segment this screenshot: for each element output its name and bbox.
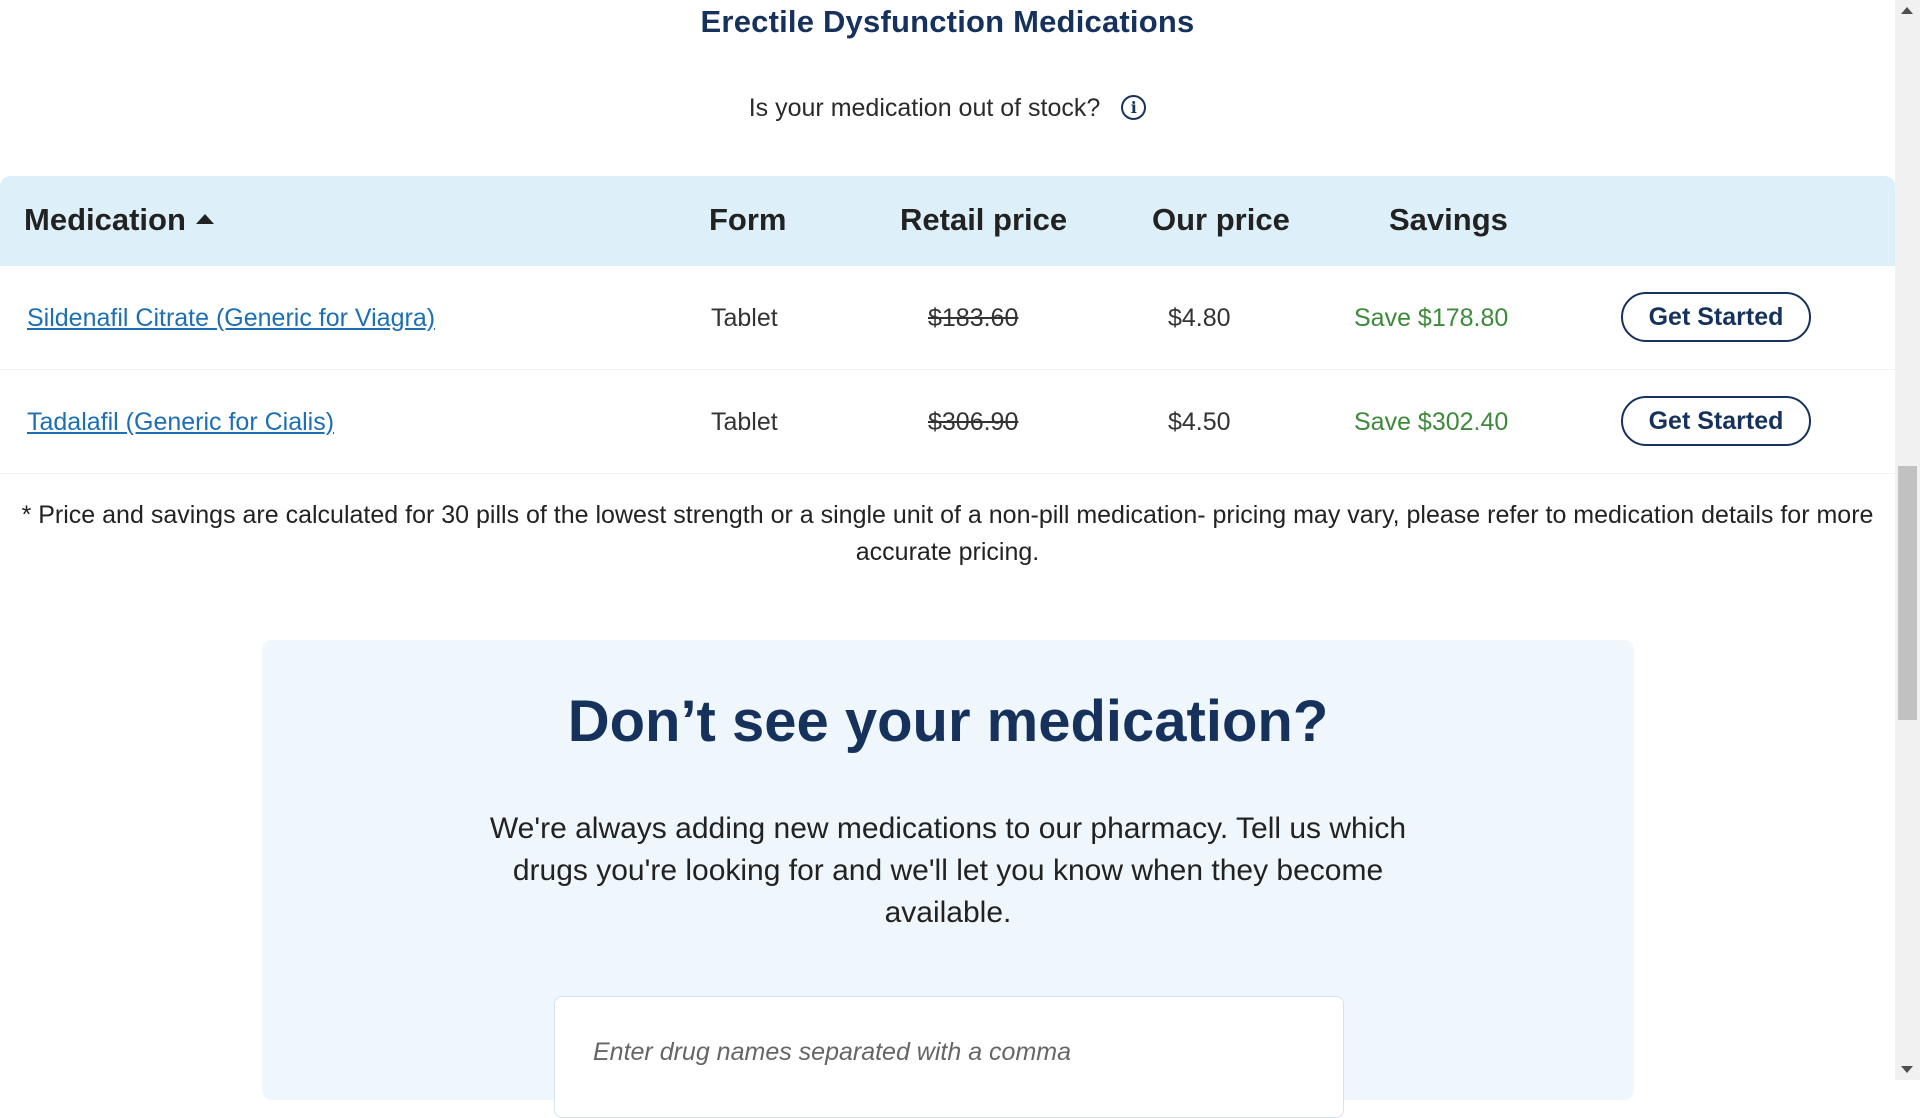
get-started-button[interactable]: Get Started [1621, 292, 1811, 342]
medication-link[interactable]: Sildenafil Citrate (Generic for Viagra) [27, 304, 435, 333]
suggest-description: We're always adding new medications to o… [489, 812, 1407, 929]
retail-price: $183.60 [928, 304, 1019, 332]
table-row: Tadalafil (Generic for Cialis) Tablet $3… [0, 370, 1895, 474]
column-header-form: Form [709, 202, 787, 237]
retail-price: $306.90 [928, 408, 1019, 436]
suggest-title: Don’t see your medication? [567, 689, 1329, 754]
medication-form: Tablet [711, 304, 778, 332]
medication-form: Tablet [711, 408, 778, 436]
table-row: Sildenafil Citrate (Generic for Viagra) … [0, 266, 1895, 370]
suggest-medication-panel: Don’t see your medication? We're always … [262, 640, 1634, 1118]
page: Erectile Dysfunction Medications Is your… [0, 0, 1895, 1118]
table-header: Medication Form Retail price Our price S… [0, 176, 1895, 266]
savings-amount: Save $302.40 [1354, 408, 1509, 436]
savings-amount: Save $178.80 [1354, 304, 1509, 332]
scroll-down-arrow-icon[interactable] [1901, 1066, 1913, 1073]
stock-question: Is your medication out of stock? i [0, 94, 1895, 123]
medication-table: Medication Form Retail price Our price S… [0, 176, 1895, 474]
column-header-our-price: Our price [1152, 202, 1290, 237]
column-header-medication-label: Medication [24, 202, 186, 237]
scrollbar-thumb[interactable] [1898, 466, 1917, 720]
scroll-up-arrow-icon[interactable] [1901, 7, 1913, 14]
get-started-button[interactable]: Get Started [1621, 396, 1811, 446]
info-icon[interactable]: i [1121, 94, 1147, 120]
stock-question-text: Is your medication out of stock? [748, 94, 1101, 122]
drug-names-field-container [554, 996, 1344, 1118]
medication-link[interactable]: Tadalafil (Generic for Cialis) [27, 408, 334, 437]
pricing-footnote: * Price and savings are calculated for 3… [21, 501, 1874, 566]
our-price: $4.50 [1168, 408, 1231, 436]
column-header-medication[interactable]: Medication [24, 202, 214, 238]
sort-ascending-icon[interactable] [195, 213, 214, 224]
vertical-scrollbar[interactable] [1895, 0, 1920, 1080]
column-header-savings: Savings [1389, 202, 1508, 237]
our-price: $4.80 [1168, 304, 1231, 332]
drug-names-input[interactable] [591, 1037, 1335, 1068]
column-header-retail-price: Retail price [900, 202, 1068, 237]
section-title: Erectile Dysfunction Medications [700, 4, 1195, 39]
